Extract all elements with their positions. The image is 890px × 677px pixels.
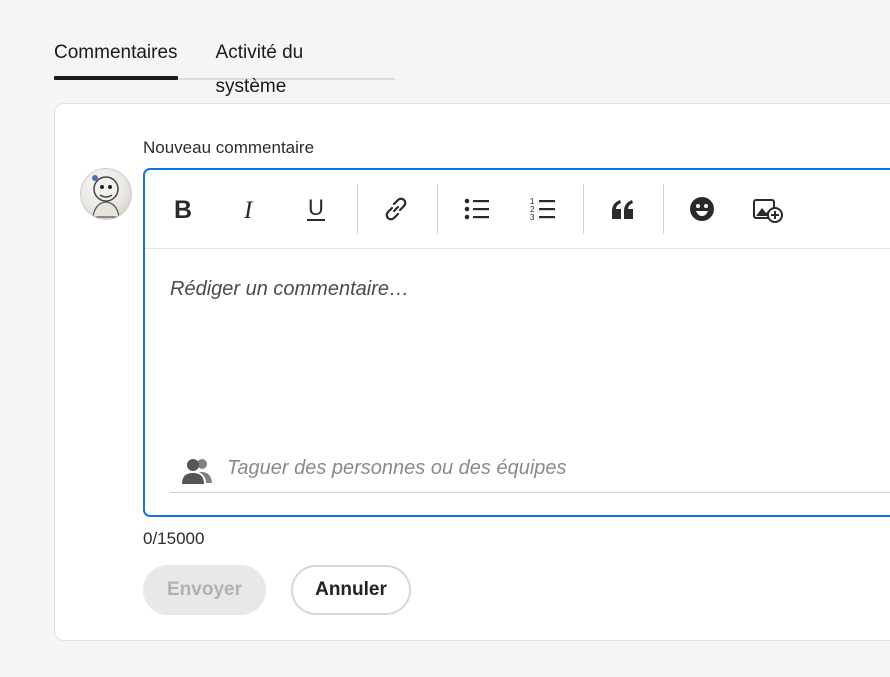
- tab-list: Commentaires Activité du système: [54, 36, 395, 97]
- numbered-list-icon[interactable]: 123: [525, 190, 561, 228]
- comment-input[interactable]: Rédiger un commentaire…: [170, 278, 409, 301]
- emoji-icon[interactable]: [684, 190, 720, 228]
- editor-toolbar: B I U 123: [145, 170, 890, 249]
- tag-people-field[interactable]: Taguer des personnes ou des équipes: [170, 450, 890, 493]
- bullet-list-icon[interactable]: [459, 190, 495, 228]
- tab-system-activity[interactable]: Activité du système: [216, 36, 357, 97]
- svg-text:B: B: [174, 196, 192, 222]
- quote-icon[interactable]: [605, 190, 641, 228]
- toolbar-divider: [663, 184, 664, 234]
- bold-icon[interactable]: B: [165, 190, 201, 228]
- toolbar-divider: [583, 184, 584, 234]
- svg-text:I: I: [243, 197, 254, 222]
- comment-editor[interactable]: B I U 123 Rédiger un commentaire… Taguer…: [143, 168, 890, 517]
- link-icon[interactable]: [378, 190, 414, 228]
- people-icon: [181, 456, 213, 491]
- avatar-image: [92, 175, 120, 218]
- svg-text:U: U: [308, 195, 324, 220]
- tab-comments[interactable]: Commentaires: [54, 36, 178, 80]
- svg-text:3: 3: [530, 213, 535, 222]
- toolbar-divider: [437, 184, 438, 234]
- avatar: [80, 168, 132, 220]
- character-counter: 0/15000: [143, 529, 205, 548]
- send-button[interactable]: Envoyer: [143, 565, 266, 615]
- tag-input[interactable]: Taguer des personnes ou des équipes: [227, 457, 567, 480]
- underline-icon[interactable]: U: [298, 190, 334, 228]
- italic-icon[interactable]: I: [232, 190, 268, 228]
- add-image-icon[interactable]: [750, 190, 786, 228]
- cancel-button[interactable]: Annuler: [291, 565, 411, 615]
- toolbar-divider: [357, 184, 358, 234]
- new-comment-label: Nouveau commentaire: [143, 138, 315, 157]
